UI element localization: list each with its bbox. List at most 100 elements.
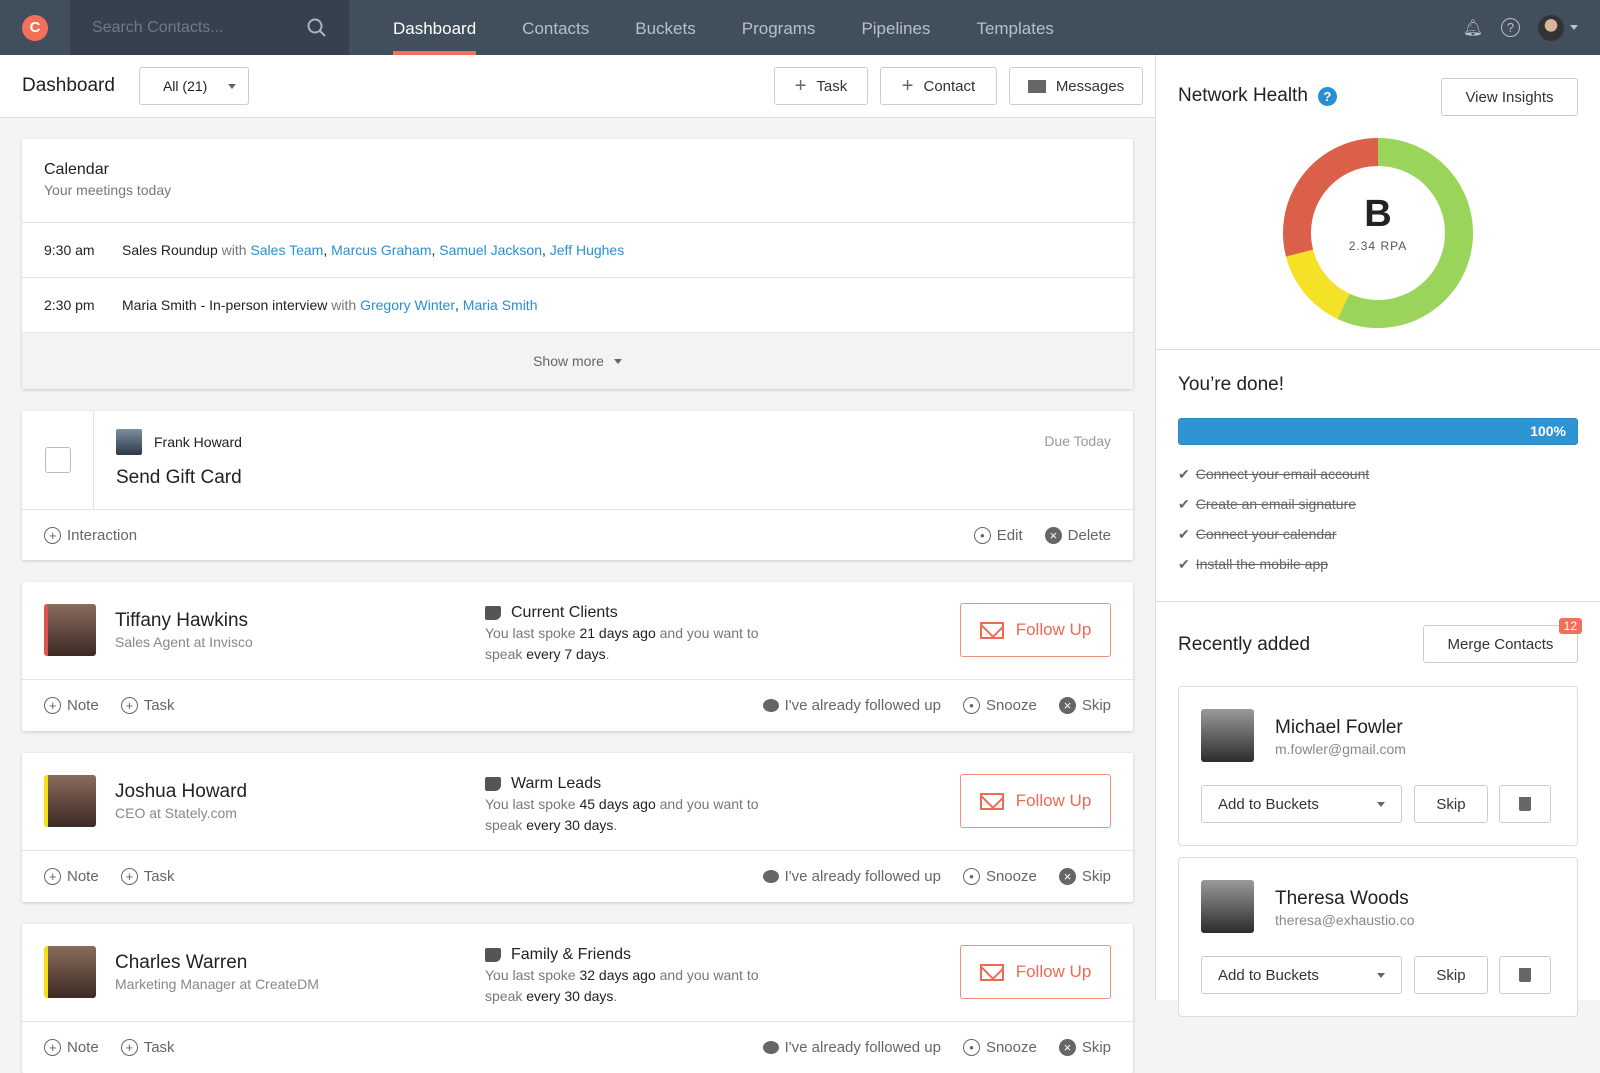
- contact-name[interactable]: Tiffany Hawkins: [115, 610, 253, 632]
- snooze-button[interactable]: • Snooze: [962, 868, 1037, 885]
- help-icon[interactable]: ?: [1501, 18, 1520, 37]
- frequency: every 7 days: [526, 646, 606, 662]
- skip-button[interactable]: Skip: [1414, 785, 1488, 823]
- clock-icon: •: [973, 526, 991, 544]
- recent-contact-card: Theresa Woods theresa@exhaustio.co Add t…: [1178, 857, 1578, 1017]
- add-note-button[interactable]: + Note: [44, 868, 99, 885]
- view-insights-label: View Insights: [1465, 88, 1554, 106]
- view-insights-button[interactable]: View Insights: [1441, 78, 1578, 116]
- add-contact-button[interactable]: + Contact: [880, 67, 997, 105]
- avatar: [44, 604, 96, 656]
- search-input[interactable]: [92, 18, 292, 37]
- skip-button[interactable]: × Skip: [1058, 697, 1111, 714]
- last-spoke: 21 days ago: [579, 625, 656, 641]
- donut-segment-ok: [1285, 249, 1350, 319]
- follow-up-button[interactable]: Follow Up: [960, 945, 1111, 999]
- event-person-link[interactable]: Jeff Hughes: [550, 242, 624, 258]
- merge-contacts-button[interactable]: Merge Contacts 12: [1423, 618, 1582, 663]
- checklist-label: Install the mobile app: [1195, 556, 1329, 572]
- add-task-button[interactable]: + Task: [120, 868, 175, 885]
- bucket-name: Family & Friends: [511, 946, 632, 963]
- clock-icon: •: [962, 868, 980, 885]
- app-logo[interactable]: C: [0, 0, 70, 55]
- network-health-section: Network Health? View Insights B 2.34 RPA: [1156, 55, 1600, 350]
- right-panel: Network Health? View Insights B 2.34 RPA…: [1155, 55, 1600, 1017]
- add-task-button[interactable]: + Task: [120, 1039, 175, 1056]
- contact-role: Sales Agent at Invisco: [115, 634, 253, 650]
- skip-button[interactable]: × Skip: [1058, 1039, 1111, 1056]
- snooze-button[interactable]: • Snooze: [962, 1039, 1037, 1056]
- add-note-button[interactable]: + Note: [44, 1039, 99, 1056]
- task-contact-link[interactable]: Frank Howard: [154, 434, 242, 450]
- contact-name[interactable]: Charles Warren: [115, 952, 319, 974]
- messages-button[interactable]: Messages: [1009, 67, 1143, 105]
- contact-name[interactable]: Joshua Howard: [115, 781, 247, 803]
- tab-contacts[interactable]: Contacts: [499, 0, 612, 55]
- envelope-icon: [1027, 79, 1046, 93]
- avatar: [44, 946, 96, 998]
- calendar-event[interactable]: 9:30 am Sales Roundup with Sales Team, M…: [22, 222, 1133, 277]
- tab-templates[interactable]: Templates: [953, 0, 1076, 55]
- event-person-link[interactable]: Maria Smith: [463, 297, 538, 313]
- progress-bar: 100%: [1178, 418, 1578, 445]
- task-checkbox[interactable]: [44, 447, 71, 473]
- skip-button[interactable]: × Skip: [1058, 868, 1111, 885]
- contact-name[interactable]: Michael Fowler: [1275, 717, 1403, 739]
- tab-dashboard[interactable]: Dashboard: [370, 0, 499, 55]
- snooze-button[interactable]: • Snooze: [962, 697, 1037, 714]
- skip-label: Skip: [1436, 795, 1466, 813]
- contact-name[interactable]: Theresa Woods: [1275, 888, 1409, 910]
- text: speak: [485, 817, 523, 833]
- calendar-event[interactable]: 2:30 pm Maria Smith - In-person intervie…: [22, 277, 1133, 332]
- contact-role: CEO at Stately.com: [115, 805, 237, 821]
- top-nav: C Dashboard Contacts Buckets Programs Pi…: [0, 0, 1600, 55]
- user-menu[interactable]: [1538, 14, 1578, 41]
- event-person-link[interactable]: Samuel Jackson: [439, 242, 542, 258]
- tab-buckets[interactable]: Buckets: [612, 0, 718, 55]
- add-interaction-button[interactable]: + Interaction: [44, 526, 137, 544]
- checklist-item: ✔ Connect your calendar: [1178, 519, 1578, 549]
- already-followed-up-button[interactable]: I've already followed up: [762, 697, 941, 714]
- event-person-link[interactable]: Gregory Winter: [360, 297, 455, 313]
- show-more-button[interactable]: Show more: [22, 332, 1133, 389]
- calendar-title: Calendar: [44, 161, 109, 178]
- skip-button[interactable]: Skip: [1414, 956, 1488, 994]
- bell-icon[interactable]: 🔔︎: [1463, 18, 1483, 38]
- add-to-buckets-select[interactable]: Add to Buckets: [1201, 956, 1402, 994]
- health-rpa: 2.34 RPA: [1348, 239, 1408, 253]
- check-icon: ✔: [1178, 495, 1190, 512]
- chat-icon: [762, 699, 779, 712]
- delete-button[interactable]: [1499, 785, 1551, 823]
- add-to-buckets-select[interactable]: Add to Buckets: [1201, 785, 1402, 823]
- bucket-icon: [485, 947, 501, 962]
- add-task-button[interactable]: + Task: [120, 697, 175, 714]
- add-note-button[interactable]: + Note: [44, 697, 99, 714]
- show-more-label: Show more: [533, 353, 604, 369]
- follow-up-button[interactable]: Follow Up: [960, 774, 1111, 828]
- event-person-link[interactable]: Marcus Graham: [331, 242, 431, 258]
- event-person-link[interactable]: Sales Team: [250, 242, 323, 258]
- event-title: Sales Roundup: [122, 242, 218, 258]
- delete-button[interactable]: [1499, 956, 1551, 994]
- tab-programs[interactable]: Programs: [719, 0, 839, 55]
- tab-pipelines[interactable]: Pipelines: [838, 0, 953, 55]
- chevron-down-icon: [613, 358, 622, 364]
- help-icon[interactable]: ?: [1317, 86, 1337, 106]
- plus-circle-icon: +: [44, 868, 61, 885]
- checklist-item: ✔ Install the mobile app: [1178, 549, 1578, 579]
- delete-button[interactable]: × Delete: [1044, 526, 1111, 544]
- filter-select[interactable]: All (21): [138, 67, 249, 105]
- search-icon[interactable]: [307, 18, 327, 38]
- event-with: with: [221, 242, 247, 258]
- chat-icon: [762, 1041, 779, 1054]
- already-followed-up-button[interactable]: I've already followed up: [762, 868, 941, 885]
- messages-label: Messages: [1055, 77, 1125, 95]
- follow-up-label: Follow Up: [1015, 791, 1092, 810]
- edit-button[interactable]: • Edit: [973, 526, 1023, 544]
- close-icon: ×: [1058, 868, 1076, 885]
- already-followed-up-button[interactable]: I've already followed up: [762, 1039, 941, 1056]
- add-task-button[interactable]: + Task: [774, 67, 868, 105]
- frequency: every 30 days: [526, 988, 614, 1004]
- follow-up-button[interactable]: Follow Up: [960, 603, 1111, 657]
- chevron-down-icon: [227, 83, 236, 89]
